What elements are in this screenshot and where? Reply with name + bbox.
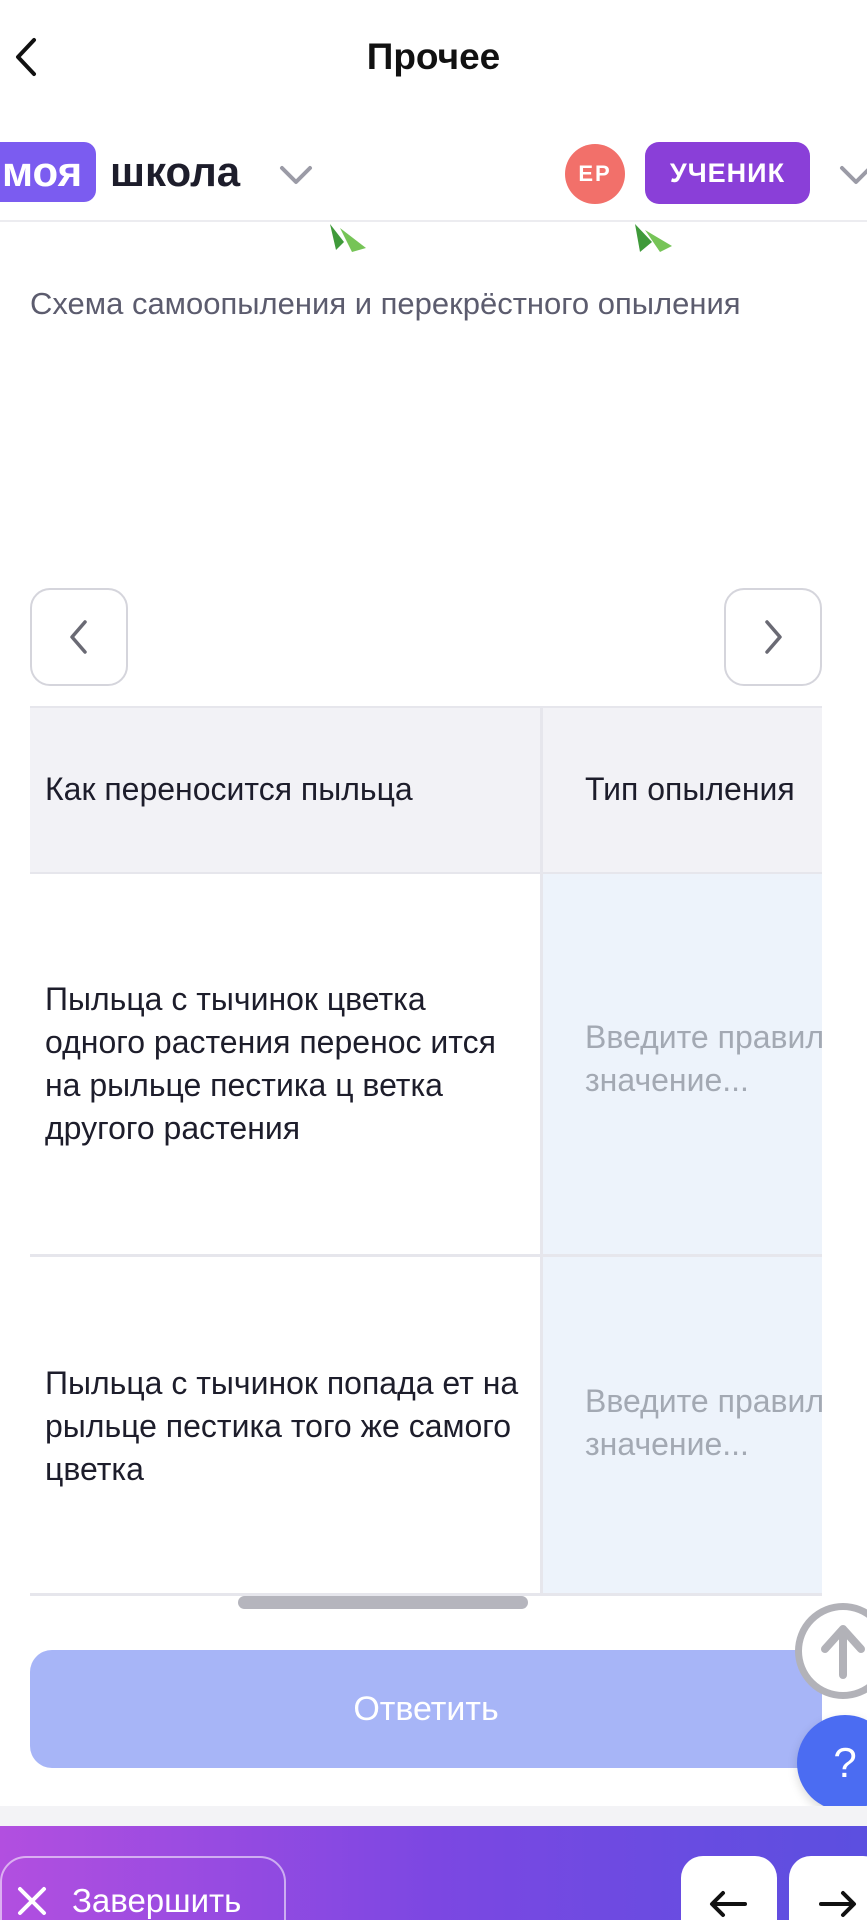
logo-part-moya[interactable]: моя xyxy=(0,142,97,202)
placeholder-text: Введите правильное значение... xyxy=(585,1019,822,1098)
arrow-right-icon xyxy=(819,1891,856,1917)
finish-button-label: Завершить xyxy=(72,1882,242,1919)
role-badge[interactable]: УЧЕНИК xyxy=(645,142,810,204)
illustration-leaves xyxy=(330,224,672,252)
horizontal-scrollbar[interactable] xyxy=(238,1596,528,1609)
next-question-button[interactable] xyxy=(789,1856,867,1920)
table-row-text: Пыльца с тычинок цветка одного растения … xyxy=(45,981,496,1146)
top-navigation-bar: Прочее xyxy=(0,0,867,118)
arrow-up-icon xyxy=(821,1625,865,1679)
chevron-down-icon[interactable] xyxy=(276,160,316,190)
arrow-left-icon xyxy=(710,1891,747,1917)
placeholder-text: Введите правильное значение... xyxy=(585,1383,822,1462)
answer-input-placeholder[interactable]: Введите правильное значение... xyxy=(585,1016,822,1102)
table-header-cell: Тип опыления xyxy=(585,771,795,807)
finish-button[interactable]: Завершить xyxy=(0,1856,286,1920)
logo-part-shkola[interactable]: школа xyxy=(110,142,240,202)
close-icon xyxy=(18,1887,46,1915)
table-row-text: Пыльца с тычинок попада ет на рыльце пес… xyxy=(45,1365,519,1487)
avatar[interactable]: ЕР xyxy=(565,144,625,204)
carousel-prev-button[interactable] xyxy=(30,588,128,686)
answer-input-placeholder[interactable]: Введите правильное значение... xyxy=(585,1380,822,1466)
chevron-left-icon xyxy=(70,620,87,654)
chevron-down-icon[interactable] xyxy=(836,160,867,190)
answer-button[interactable]: Ответить xyxy=(30,1650,822,1768)
matching-table[interactable]: Как переносится пыльца Тип опыления Пыль… xyxy=(30,706,822,1596)
bottom-spacer xyxy=(0,1806,867,1826)
previous-question-button[interactable] xyxy=(681,1856,777,1920)
page-title: Прочее xyxy=(366,36,501,77)
image-caption: Схема самоопыления и перекрёстного опыле… xyxy=(30,286,741,321)
carousel-next-button[interactable] xyxy=(724,588,822,686)
column-divider xyxy=(540,706,543,1596)
chevron-right-icon xyxy=(765,620,782,654)
table-header-cell: Как переносится пыльца xyxy=(45,771,413,807)
